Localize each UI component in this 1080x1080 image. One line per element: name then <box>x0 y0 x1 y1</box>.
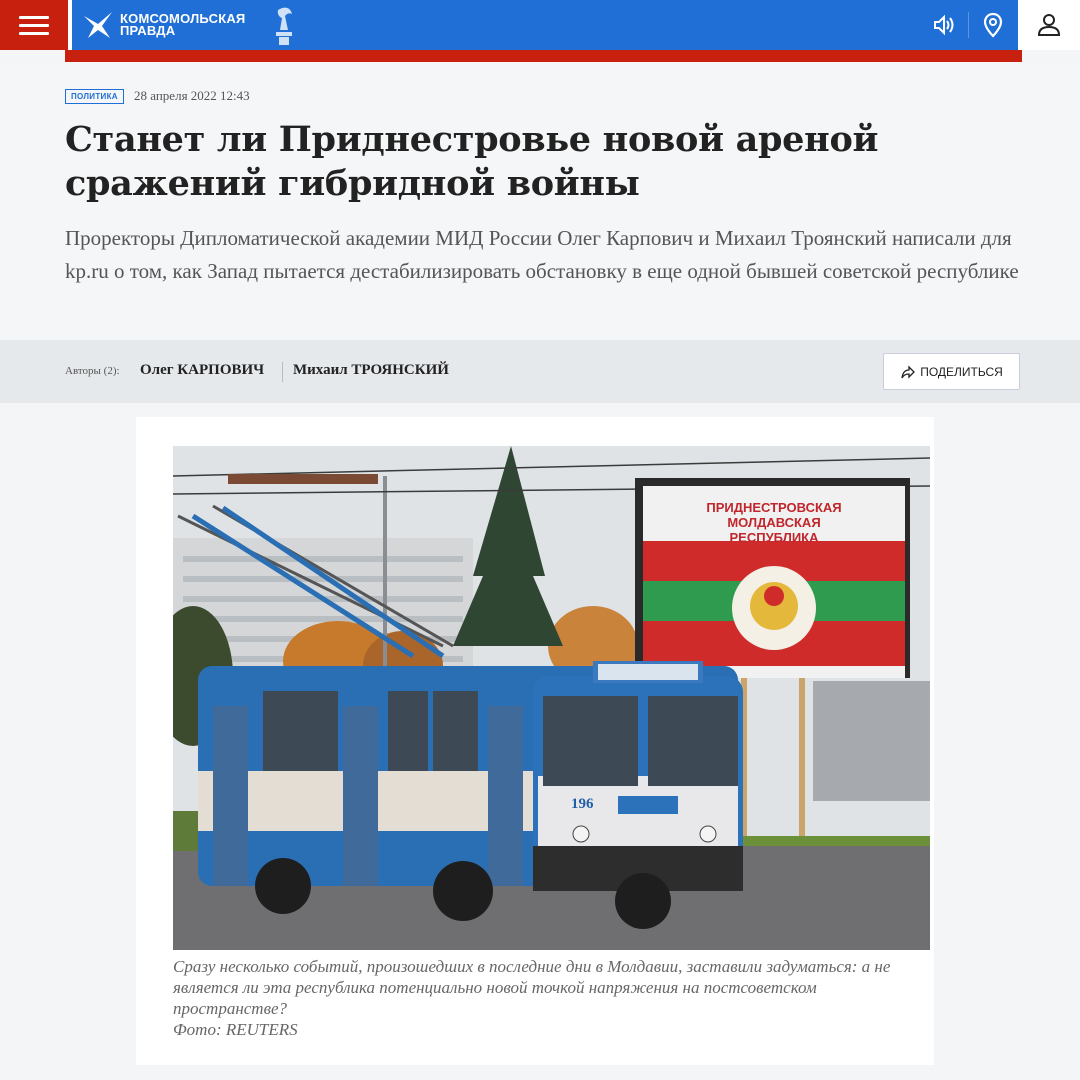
share-button[interactable]: ПОДЕЛИТЬСЯ <box>883 353 1020 390</box>
photo-credit: Фото: REUTERS <box>173 1020 298 1039</box>
logo-text: КОМСОМОЛЬСКАЯ ПРАВДА <box>120 12 245 38</box>
emblem-icon <box>276 7 292 45</box>
article-title: Станет ли Приднестровье новой ареной сра… <box>65 119 879 204</box>
authors-bar: Авторы (2): Олег КАРПОВИЧ Михаил ТРОЯНСК… <box>0 340 1080 403</box>
trolleybus-number: 196 <box>571 796 594 812</box>
authors-label: Авторы (2): <box>65 365 120 377</box>
article-photo[interactable]: ПРИДНЕСТРОВСКАЯ МОЛДАВСКАЯ РЕСПУБЛИКА 19… <box>173 446 930 950</box>
article-subtitle: Проректоры Дипломатической академии МИД … <box>65 226 1019 283</box>
publish-date: 28 апреля 2022 12:43 <box>134 88 250 103</box>
header-bar: КОМСОМОЛЬСКАЯ ПРАВДА <box>72 0 1018 50</box>
billboard-line-1: ПРИДНЕСТРОВСКАЯ <box>706 500 841 515</box>
author-divider <box>282 362 283 382</box>
trolleybus-photo: ПРИДНЕСТРОВСКАЯ МОЛДАВСКАЯ РЕСПУБЛИКА 19… <box>173 446 930 950</box>
audio-icon[interactable] <box>930 11 958 39</box>
author-link[interactable]: Михаил ТРОЯНСКИЙ <box>293 362 449 379</box>
site-logo[interactable]: КОМСОМОЛЬСКАЯ ПРАВДА <box>82 8 245 42</box>
share-label: ПОДЕЛИТЬСЯ <box>920 364 1003 379</box>
header-red-line <box>65 50 1022 62</box>
swallow-logo-icon <box>84 12 112 38</box>
menu-button[interactable] <box>0 0 68 50</box>
logo-line-2: ПРАВДА <box>120 23 176 38</box>
rubric-tag[interactable]: ПОЛИТИКА <box>65 89 124 104</box>
share-arrow-icon <box>901 364 916 379</box>
author-link[interactable]: Олег КАРПОВИЧ <box>140 362 264 379</box>
menu-icon <box>19 11 49 40</box>
user-button[interactable] <box>1018 0 1080 50</box>
location-pin-icon[interactable] <box>979 11 1007 39</box>
user-icon <box>1037 14 1061 36</box>
photo-caption: Сразу несколько событий, произошедших в … <box>173 957 891 1018</box>
billboard-line-3: РЕСПУБЛИКА <box>730 530 820 545</box>
billboard-line-2: МОЛДАВСКАЯ <box>727 515 820 530</box>
header-divider <box>968 12 969 38</box>
top-header: КОМСОМОЛЬСКАЯ ПРАВДА <box>0 0 1080 50</box>
